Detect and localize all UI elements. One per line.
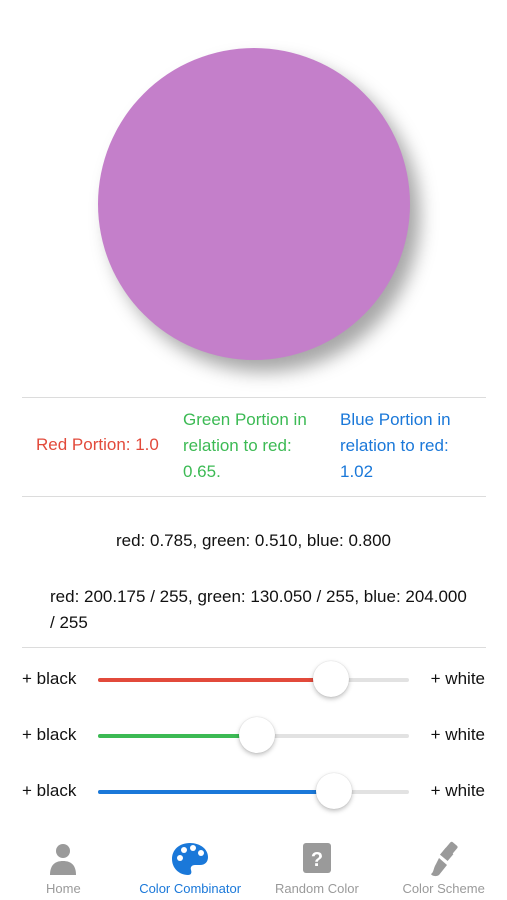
divider bbox=[22, 496, 486, 497]
blue-slider-thumb[interactable] bbox=[316, 773, 353, 809]
add-white-label: + white bbox=[430, 781, 485, 800]
add-white-label: + white bbox=[430, 669, 485, 688]
person-icon bbox=[50, 844, 77, 875]
tab-label: Color Scheme bbox=[402, 881, 485, 896]
paint-brush-icon bbox=[430, 841, 458, 877]
red-portion-label: Red Portion: 1.0 bbox=[36, 435, 159, 454]
green-slider-thumb[interactable] bbox=[238, 717, 275, 753]
tab-label: Color Combinator bbox=[139, 881, 242, 896]
tab-color-combinator[interactable]: Color Combinator bbox=[127, 835, 254, 900]
tab-color-scheme[interactable]: Color Scheme bbox=[380, 835, 507, 900]
red-slider-row: + black + white bbox=[0, 660, 507, 700]
red-slider-thumb[interactable] bbox=[313, 661, 350, 697]
blue-portion-label: Blue Portion in relation to red: 1.02 bbox=[340, 410, 451, 481]
normalized-values-text: red: 0.785, green: 0.510, blue: 0.800 bbox=[115, 531, 392, 550]
bottom-tab-bar: Home Color Combinator ? Random Color Col… bbox=[0, 835, 507, 900]
green-slider[interactable] bbox=[98, 717, 409, 753]
add-black-label: + black bbox=[22, 669, 77, 688]
blue-slider[interactable] bbox=[98, 773, 409, 809]
green-slider-row: + black + white bbox=[0, 716, 507, 756]
tab-label: Random Color bbox=[274, 881, 359, 896]
divider bbox=[22, 397, 486, 398]
tab-home[interactable]: Home bbox=[0, 835, 127, 900]
add-black-label: + black bbox=[22, 781, 77, 800]
tab-random-color[interactable]: ? Random Color bbox=[254, 835, 381, 900]
rgb-255-values-text: red: 200.175 / 255, green: 130.050 / 255… bbox=[50, 587, 467, 632]
blue-slider-fill bbox=[98, 790, 335, 794]
green-portion-label: Green Portion in relation to red: 0.65. bbox=[183, 410, 307, 481]
red-slider-fill bbox=[98, 678, 332, 682]
svg-text:?: ? bbox=[311, 849, 323, 871]
blue-slider-row: + black + white bbox=[0, 772, 507, 812]
tab-label: Home bbox=[46, 881, 81, 896]
question-box-icon: ? bbox=[302, 843, 331, 873]
add-black-label: + black bbox=[22, 725, 77, 744]
color-swatch-circle bbox=[98, 48, 410, 360]
color-combinator-screen: Red Portion: 1.0 Green Portion in relati… bbox=[0, 0, 507, 900]
add-white-label: + white bbox=[430, 725, 485, 744]
divider bbox=[22, 647, 486, 648]
green-slider-fill bbox=[98, 734, 257, 738]
palette-icon bbox=[172, 843, 209, 875]
red-slider[interactable] bbox=[98, 661, 409, 697]
